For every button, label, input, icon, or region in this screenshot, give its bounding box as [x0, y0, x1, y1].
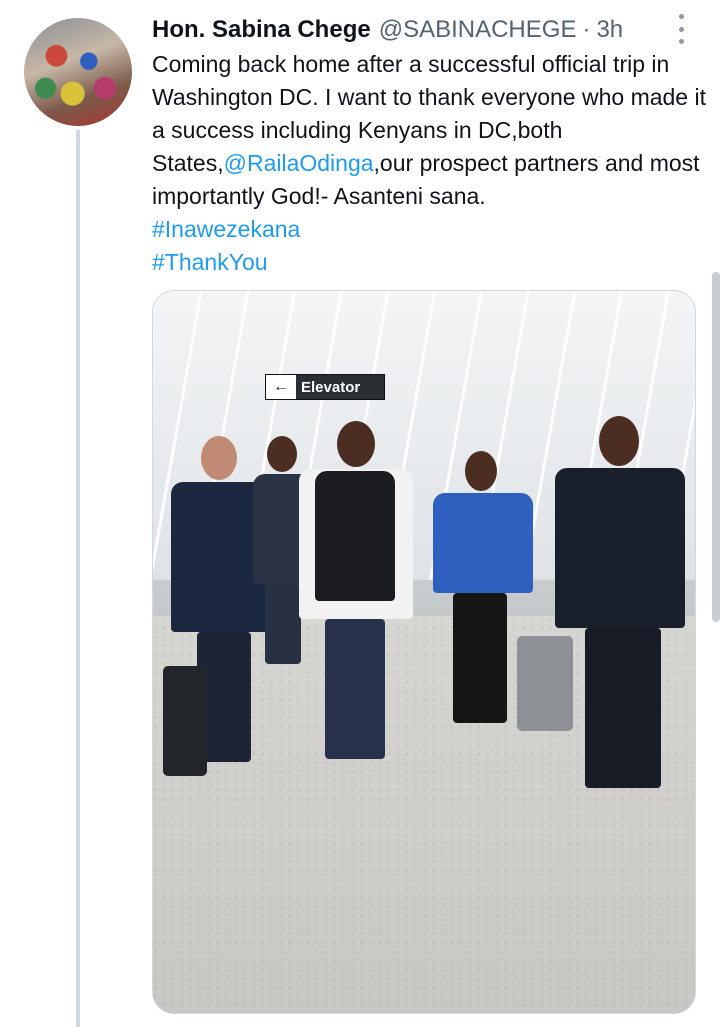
hashtag-link[interactable]: #ThankYou	[152, 246, 712, 279]
person-center	[297, 421, 415, 766]
thread-line	[76, 130, 80, 1027]
person-right	[545, 416, 695, 796]
more-options-icon[interactable]	[676, 14, 686, 44]
scrollbar[interactable]	[712, 272, 720, 622]
tweet-photo[interactable]: ← Elevator	[152, 290, 696, 1014]
elevator-sign-label: Elevator	[301, 378, 361, 396]
tweet-paragraph: Coming back home after a successful offi…	[152, 48, 712, 213]
tweet-header: Hon. Sabina Chege @SABINACHEGE · 3h	[152, 14, 623, 46]
separator-dot: ·	[582, 16, 591, 43]
arrow-left-icon: ←	[266, 375, 296, 399]
tweet[interactable]: Hon. Sabina Chege @SABINACHEGE · 3h Comi…	[0, 0, 720, 1027]
elevator-sign: ← Elevator	[265, 374, 385, 400]
timestamp[interactable]: 3h	[596, 16, 623, 44]
mention-link[interactable]: @RailaOdinga	[224, 150, 374, 176]
user-handle[interactable]: @SABINACHEGE	[379, 16, 577, 44]
display-name[interactable]: Hon. Sabina Chege	[152, 16, 371, 44]
tweet-text: Coming back home after a successful offi…	[152, 48, 712, 279]
hashtag-link[interactable]: #Inawezekana	[152, 213, 712, 246]
avatar[interactable]	[24, 18, 132, 126]
